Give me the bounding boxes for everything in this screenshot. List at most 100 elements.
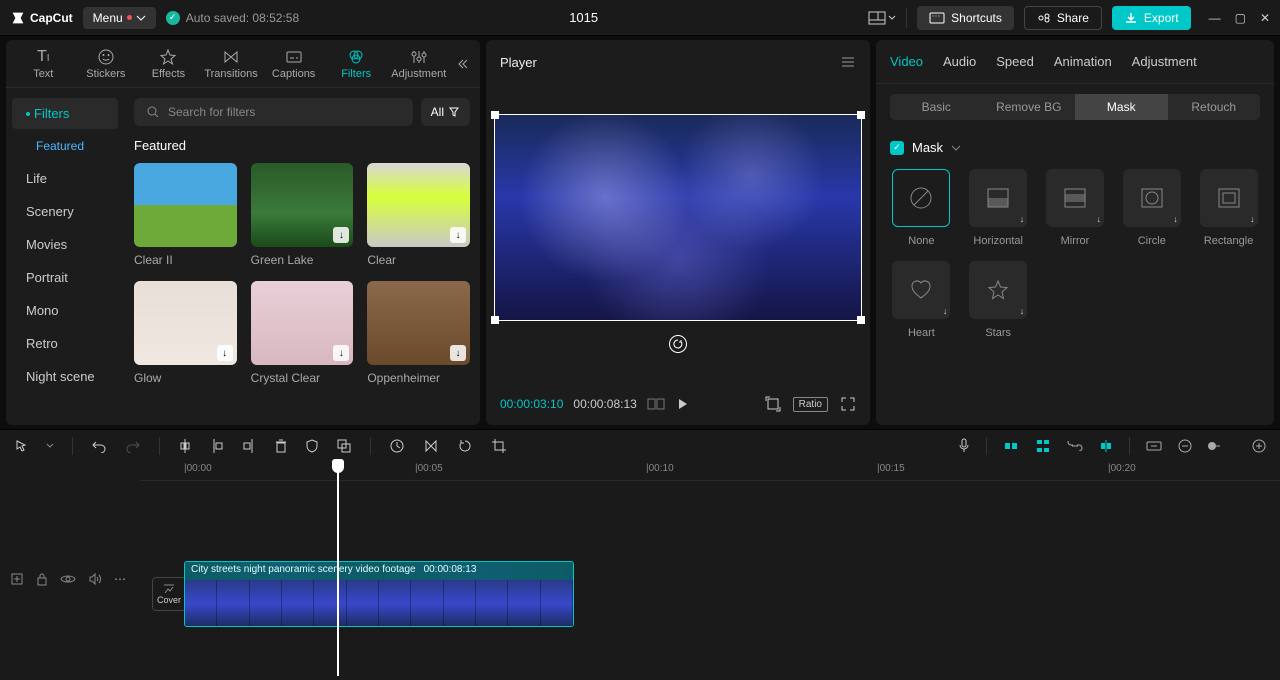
category-mono[interactable]: Mono [12, 295, 118, 326]
shield-icon[interactable] [306, 438, 318, 454]
download-icon[interactable]: ↓ [450, 345, 466, 361]
filter-card[interactable]: ↓Glow [134, 281, 237, 385]
export-button[interactable]: Export [1112, 6, 1191, 30]
chevron-down-icon[interactable] [46, 443, 54, 448]
share-button[interactable]: Share [1024, 6, 1102, 30]
preview-snap-icon[interactable] [1099, 439, 1113, 453]
duplicate-icon[interactable] [336, 438, 352, 454]
category-scenery[interactable]: Scenery [12, 196, 118, 227]
rp-tab-video[interactable]: Video [890, 54, 923, 69]
rotate-icon[interactable] [457, 438, 473, 454]
mask-shape-circle[interactable]: ↓Circle [1120, 169, 1183, 247]
zoom-plus-icon[interactable] [1252, 439, 1266, 453]
category-life[interactable]: Life [12, 163, 118, 194]
timeline[interactable]: |00:00 |00:05 |00:10 |00:15 |00:20 ⋯ Cov… [0, 461, 1280, 680]
rp-tab-speed[interactable]: Speed [996, 54, 1034, 69]
menu-button[interactable]: Menu [83, 7, 156, 29]
tab-filters[interactable]: Filters [325, 48, 388, 80]
zoom-out-icon[interactable] [1146, 439, 1162, 453]
tab-stickers[interactable]: Stickers [75, 48, 138, 80]
category-featured[interactable]: Featured [12, 131, 118, 161]
mirror-icon[interactable] [423, 438, 439, 454]
video-clip[interactable]: City streets night panoramic scenery vid… [184, 561, 574, 627]
more-icon[interactable]: ⋯ [114, 572, 126, 586]
zoom-slider[interactable] [1208, 439, 1220, 453]
category-movies[interactable]: Movies [12, 229, 118, 260]
subtab-basic[interactable]: Basic [890, 94, 983, 120]
split-icon[interactable] [178, 438, 192, 454]
close-icon[interactable]: ✕ [1260, 11, 1270, 25]
magnet-main-icon[interactable] [1003, 440, 1019, 452]
trim-right-icon[interactable] [242, 438, 256, 454]
minimize-icon[interactable]: — [1209, 11, 1221, 25]
player-menu-icon[interactable] [840, 56, 856, 68]
fullscreen-icon[interactable] [840, 396, 856, 412]
collapse-panel-icon[interactable] [450, 57, 474, 71]
chevron-down-icon[interactable] [951, 145, 961, 151]
mic-icon[interactable] [958, 438, 970, 454]
tab-transitions[interactable]: Transitions [200, 48, 263, 80]
compare-icon[interactable] [647, 397, 665, 411]
category-night-scene[interactable]: Night scene [12, 361, 118, 392]
lock-icon[interactable] [36, 572, 48, 586]
undo-icon[interactable] [91, 439, 107, 453]
mask-checkbox[interactable]: ✓ [890, 141, 904, 155]
rp-tab-animation[interactable]: Animation [1054, 54, 1112, 69]
mask-shape-label: Horizontal [973, 235, 1023, 247]
maximize-icon[interactable]: ▢ [1235, 11, 1246, 25]
tab-effects[interactable]: Effects [137, 48, 200, 80]
mute-icon[interactable] [88, 573, 102, 585]
category-portrait[interactable]: Portrait [12, 262, 118, 293]
filter-card[interactable]: ↓Green Lake [251, 163, 354, 267]
mask-shape-heart[interactable]: ↓Heart [890, 261, 953, 339]
tab-captions[interactable]: Captions [262, 48, 325, 80]
zoom-minus-icon[interactable] [1178, 439, 1192, 453]
tab-adjustment[interactable]: Adjustment [387, 48, 450, 80]
timeline-ruler[interactable]: |00:00 |00:05 |00:10 |00:15 |00:20 [140, 461, 1280, 481]
search-input[interactable]: Search for filters [134, 98, 413, 126]
mask-shape-none[interactable]: None [890, 169, 953, 247]
download-icon[interactable]: ↓ [217, 345, 233, 361]
filter-card[interactable]: ↓Clear [367, 163, 470, 267]
redo-icon[interactable] [125, 439, 141, 453]
magnet-track-icon[interactable] [1035, 439, 1051, 453]
category-filters[interactable]: Filters [12, 98, 118, 129]
subtab-remove-bg[interactable]: Remove BG [983, 94, 1076, 120]
mask-shape-horizontal[interactable]: ↓Horizontal [967, 169, 1030, 247]
shortcuts-button[interactable]: Shortcuts [917, 6, 1014, 30]
filter-card[interactable]: ↓Oppenheimer [367, 281, 470, 385]
download-icon: ↓ [1096, 214, 1101, 224]
rp-tab-audio[interactable]: Audio [943, 54, 976, 69]
scale-icon[interactable] [765, 396, 781, 412]
category-retro[interactable]: Retro [12, 328, 118, 359]
captions-icon [285, 48, 303, 66]
play-button[interactable] [675, 397, 689, 411]
trim-left-icon[interactable] [210, 438, 224, 454]
crop-icon[interactable] [491, 438, 507, 454]
delete-icon[interactable] [274, 438, 288, 454]
download-icon[interactable]: ↓ [333, 345, 349, 361]
filter-card[interactable]: Clear II [134, 163, 237, 267]
tab-text[interactable]: TI Text [12, 48, 75, 80]
rotate-handle-icon[interactable] [669, 335, 687, 353]
subtab-mask[interactable]: Mask [1075, 94, 1168, 120]
layout-icon[interactable] [868, 5, 896, 30]
ratio-button[interactable]: Ratio [793, 397, 828, 412]
mask-shape-rectangle[interactable]: ↓Rectangle [1197, 169, 1260, 247]
clip-duration: 00:00:08:13 [424, 564, 477, 578]
mask-shape-stars[interactable]: ↓Stars [967, 261, 1030, 339]
eye-icon[interactable] [60, 573, 76, 585]
download-icon[interactable]: ↓ [450, 227, 466, 243]
add-track-icon[interactable] [10, 572, 24, 586]
pointer-tool-icon[interactable] [14, 439, 28, 453]
link-icon[interactable] [1067, 441, 1083, 451]
download-icon[interactable]: ↓ [333, 227, 349, 243]
filter-card[interactable]: ↓Crystal Clear [251, 281, 354, 385]
playhead[interactable] [337, 461, 339, 676]
video-preview[interactable] [494, 114, 862, 321]
mask-shape-mirror[interactable]: ↓Mirror [1044, 169, 1107, 247]
filter-all-button[interactable]: All [421, 98, 470, 126]
rp-tab-adjustment[interactable]: Adjustment [1132, 54, 1197, 69]
subtab-retouch[interactable]: Retouch [1168, 94, 1261, 120]
reverse-icon[interactable] [389, 438, 405, 454]
